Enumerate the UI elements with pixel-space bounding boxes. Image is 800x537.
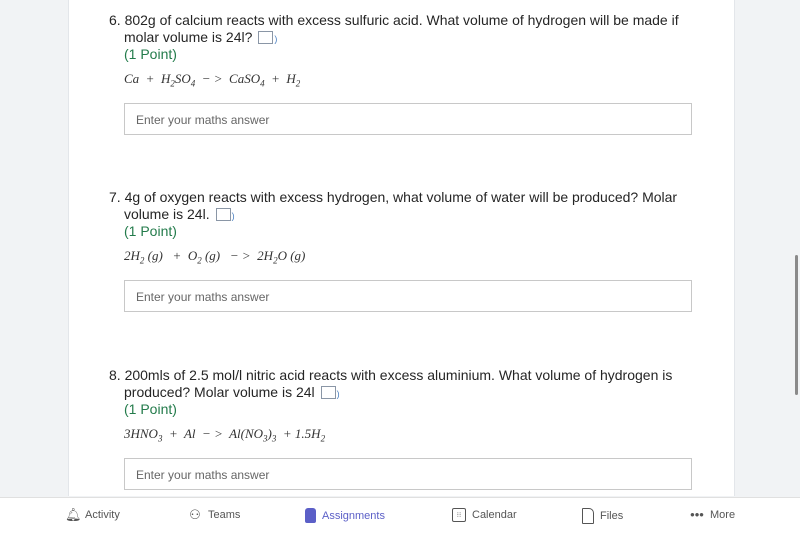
equation-term: (g) − > 2H (201, 248, 274, 263)
equation: Ca + H2SO4 − > CaSO4 + H2 (109, 71, 699, 89)
nav-label: Teams (208, 509, 241, 521)
question-number: 7. (109, 189, 121, 205)
immersive-reader-icon[interactable] (258, 31, 277, 48)
immersive-reader-icon[interactable] (215, 208, 235, 225)
nav-label: More (710, 509, 736, 521)
form-card: 6. 802g of calcium reacts with excess su… (68, 0, 735, 496)
question-points: (1 Point) (124, 46, 177, 62)
equation-term: Ca + H (124, 71, 171, 86)
equation-term: 3HNO (124, 426, 158, 441)
teams-icon: ⚇ (189, 507, 201, 522)
bottom-nav: 🔔︎ Activity ⚇ Teams Assignments ⁝⁝ Calendar… (0, 497, 800, 537)
more-icon: ••• (690, 507, 704, 522)
equation-term: + Al − > Al(NO (162, 426, 264, 441)
question-points: (1 Point) (124, 401, 177, 417)
answer-input[interactable]: Enter your maths answer (124, 457, 692, 490)
nav-label: Calendar (472, 509, 517, 521)
nav-label: Files (600, 510, 624, 522)
nav-calendar[interactable]: ⁝⁝ Calendar (452, 508, 517, 522)
nav-assignments[interactable]: Assignments (305, 508, 385, 523)
question-points: (1 Point) (124, 223, 177, 239)
equation-term: + 1.5H (276, 426, 321, 441)
question-8: 8. 200mls of 2.5 mol/l nitric acid react… (109, 367, 699, 490)
answer-input[interactable]: Enter your maths answer (124, 279, 692, 312)
nav-activity[interactable]: 🔔︎ Activity (65, 508, 120, 522)
bell-icon: 🔔︎ (65, 507, 82, 522)
backpack-icon (305, 508, 316, 523)
calendar-icon: ⁝⁝ (452, 508, 466, 522)
equation-term: 2H (124, 248, 140, 263)
question-number: 6. (109, 12, 121, 28)
nav-label: Assignments (322, 509, 385, 522)
equation: 3HNO3 + Al − > Al(NO3)3 + 1.5H2 (109, 426, 699, 444)
answer-input[interactable]: Enter your maths answer (124, 102, 692, 135)
immersive-reader-icon[interactable] (320, 386, 340, 403)
nav-more[interactable]: ••• More (690, 508, 735, 522)
equation-subscript: 2 (320, 433, 326, 444)
equation-subscript: 2 (295, 78, 301, 89)
equation-term: + H (264, 71, 296, 86)
equation-term: − > CaSO (195, 71, 261, 86)
equation-term: SO (174, 71, 191, 86)
question-text: 802g of calcium reacts with excess sulfu… (124, 12, 679, 45)
file-icon (582, 508, 594, 524)
nav-label: Activity (85, 509, 120, 521)
nav-teams[interactable]: ⚇ Teams (188, 508, 240, 522)
equation: 2H2 (g) + O2 (g) − > 2H2O (g) (109, 248, 699, 266)
nav-files[interactable]: Files (582, 508, 623, 524)
question-text: 4g of oxygen reacts with excess hydrogen… (124, 189, 678, 222)
question-text: 200mls of 2.5 mol/l nitric acid reacts w… (124, 367, 673, 400)
question-number: 8. (109, 367, 121, 383)
scrollbar[interactable] (795, 255, 798, 395)
question-7: 7. 4g of oxygen reacts with excess hydro… (109, 189, 699, 312)
equation-term: O (g) (277, 248, 306, 263)
equation-term: (g) + O (144, 248, 198, 263)
question-6: 6. 802g of calcium reacts with excess su… (109, 12, 699, 135)
